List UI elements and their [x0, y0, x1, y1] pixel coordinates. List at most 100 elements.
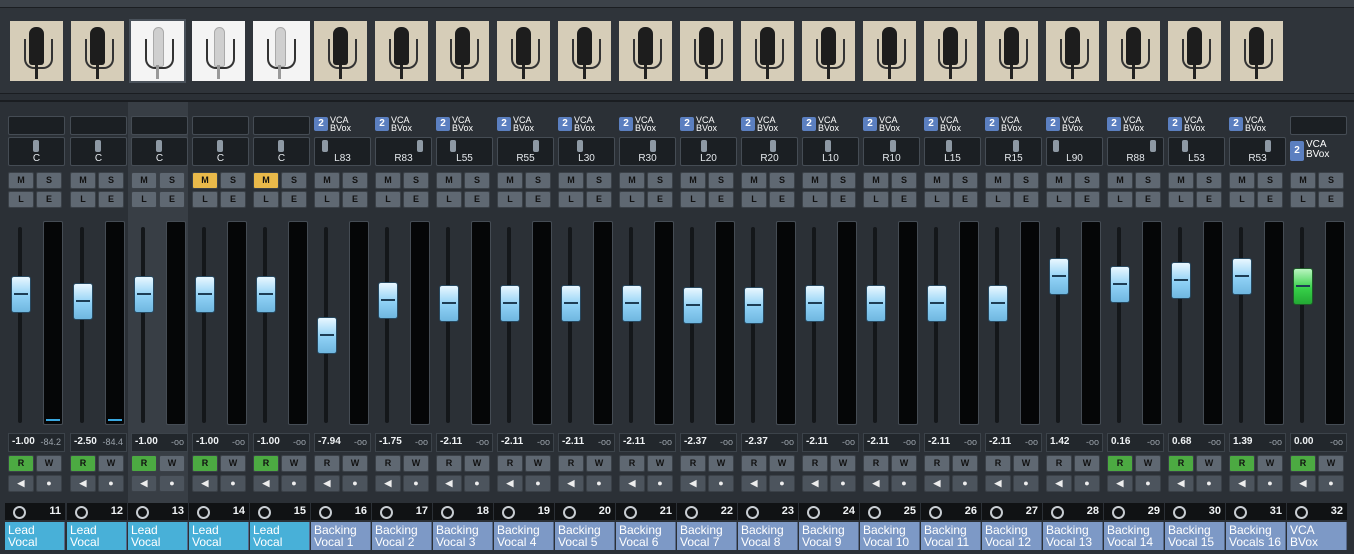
write-automation-button[interactable]: W — [1196, 455, 1222, 472]
pan-knob[interactable] — [1053, 140, 1059, 152]
listen-button[interactable]: L — [192, 191, 218, 208]
mute-button[interactable]: M — [802, 172, 828, 189]
monitor-button[interactable]: ◀ — [558, 475, 584, 492]
channel-power-icon[interactable] — [929, 506, 942, 519]
microphone-condenser-icon[interactable] — [314, 21, 367, 81]
volume-fader[interactable] — [805, 285, 825, 323]
monitor-button[interactable]: ◀ — [1046, 475, 1072, 492]
listen-button[interactable]: L — [1046, 191, 1072, 208]
read-automation-button[interactable]: R — [619, 455, 645, 472]
listen-button[interactable]: L — [1107, 191, 1133, 208]
channel-name[interactable]: Lead Vocal — [128, 522, 188, 550]
channel-power-icon[interactable] — [746, 506, 759, 519]
volume-fader[interactable] — [11, 275, 31, 313]
record-enable-button[interactable]: ● — [952, 475, 978, 492]
volume-readout[interactable]: -2.11 -oo — [497, 433, 554, 452]
channel-power-icon[interactable] — [441, 506, 454, 519]
volume-readout[interactable]: -2.11 -oo — [619, 433, 676, 452]
read-automation-button[interactable]: R — [436, 455, 462, 472]
channel-name[interactable]: Backing Vocal 11 — [921, 522, 981, 550]
pan-knob[interactable] — [825, 140, 831, 152]
volume-readout[interactable]: -2.11 -oo — [985, 433, 1042, 452]
mute-button[interactable]: M — [863, 172, 889, 189]
pan-control[interactable]: L20 — [680, 137, 737, 166]
pan-knob[interactable] — [278, 140, 284, 152]
vca-assignment[interactable]: 2 VCA BVox — [1046, 116, 1101, 133]
pan-knob[interactable] — [33, 140, 39, 152]
channel-power-icon[interactable] — [685, 506, 698, 519]
read-automation-button[interactable]: R — [1107, 455, 1133, 472]
volume-fader[interactable] — [561, 285, 581, 323]
volume-fader[interactable] — [744, 287, 764, 325]
monitor-button[interactable]: ◀ — [70, 475, 96, 492]
monitor-button[interactable]: ◀ — [1229, 475, 1255, 492]
write-automation-button[interactable]: W — [220, 455, 246, 472]
record-enable-button[interactable]: ● — [525, 475, 551, 492]
microphone-condenser-icon[interactable] — [436, 21, 489, 81]
channel-power-icon[interactable] — [502, 506, 515, 519]
microphone-condenser-icon[interactable] — [497, 21, 550, 81]
microphone-condenser-icon[interactable] — [741, 21, 794, 81]
write-automation-button[interactable]: W — [1135, 455, 1161, 472]
write-automation-button[interactable]: W — [464, 455, 490, 472]
channel-power-icon[interactable] — [1234, 506, 1247, 519]
write-automation-button[interactable]: W — [1013, 455, 1039, 472]
pan-control[interactable]: R88 — [1107, 137, 1164, 166]
microphone-condenser-icon[interactable] — [71, 21, 124, 81]
volume-fader[interactable] — [500, 285, 520, 323]
channel-power-icon[interactable] — [197, 506, 210, 519]
channel-power-icon[interactable] — [624, 506, 637, 519]
volume-fader[interactable] — [1110, 265, 1130, 303]
microphone-condenser-icon[interactable] — [375, 21, 428, 81]
read-automation-button[interactable]: R — [192, 455, 218, 472]
volume-readout[interactable]: -1.00 -84.2 — [8, 433, 65, 452]
solo-button[interactable]: S — [159, 172, 185, 189]
pan-knob[interactable] — [416, 140, 423, 152]
monitor-button[interactable]: ◀ — [375, 475, 401, 492]
channel-name[interactable]: Backing Vocal 4 — [494, 522, 554, 550]
record-enable-button[interactable]: ● — [1135, 475, 1161, 492]
volume-readout[interactable]: 0.00 -oo — [1290, 433, 1347, 452]
edit-button[interactable]: E — [159, 191, 185, 208]
solo-button[interactable]: S — [342, 172, 368, 189]
monitor-button[interactable]: ◀ — [741, 475, 767, 492]
listen-button[interactable]: L — [1168, 191, 1194, 208]
mute-button[interactable]: M — [619, 172, 645, 189]
solo-button[interactable]: S — [586, 172, 612, 189]
record-enable-button[interactable]: ● — [464, 475, 490, 492]
channel-name[interactable]: Backing Vocal 3 — [433, 522, 493, 550]
vca-assignment[interactable]: 2 VCA BVox — [436, 116, 491, 133]
microphone-condenser-icon[interactable] — [680, 21, 733, 81]
pan-knob[interactable] — [156, 140, 162, 152]
monitor-button[interactable]: ◀ — [619, 475, 645, 492]
read-automation-button[interactable]: R — [131, 455, 157, 472]
volume-readout[interactable]: -2.37 -oo — [680, 433, 737, 452]
insert-slot[interactable] — [1290, 116, 1347, 135]
vca-assignment[interactable]: 2 VCA BVox — [558, 116, 613, 133]
vca-assignment[interactable]: 2 VCA BVox — [863, 116, 918, 133]
vca-assignment[interactable]: 2 VCA BVox — [375, 116, 430, 133]
channel-power-icon[interactable] — [1173, 506, 1186, 519]
microphone-condenser-icon[interactable] — [1046, 21, 1099, 81]
solo-button[interactable]: S — [1013, 172, 1039, 189]
vca-assignment[interactable]: 2 VCA BVox — [1229, 116, 1284, 133]
volume-fader[interactable] — [134, 275, 154, 313]
read-automation-button[interactable]: R — [680, 455, 706, 472]
pan-knob[interactable] — [650, 140, 656, 152]
microphone-condenser-icon[interactable] — [253, 21, 310, 81]
record-enable-button[interactable]: ● — [1257, 475, 1283, 492]
listen-button[interactable]: L — [253, 191, 279, 208]
solo-button[interactable]: S — [1318, 172, 1344, 189]
insert-slot[interactable] — [253, 116, 310, 135]
mute-button[interactable]: M — [314, 172, 340, 189]
vca-assignment[interactable]: 2 VCA BVox — [802, 116, 857, 133]
mute-button[interactable]: M — [497, 172, 523, 189]
record-enable-button[interactable]: ● — [1196, 475, 1222, 492]
mute-button[interactable]: M — [924, 172, 950, 189]
edit-button[interactable]: E — [1135, 191, 1161, 208]
pan-knob[interactable] — [701, 140, 707, 152]
vca-assignment[interactable]: 2 VCA BVox — [1168, 116, 1223, 133]
volume-readout[interactable]: -1.00 -oo — [192, 433, 249, 452]
volume-fader[interactable] — [1049, 258, 1069, 295]
monitor-button[interactable]: ◀ — [1107, 475, 1133, 492]
